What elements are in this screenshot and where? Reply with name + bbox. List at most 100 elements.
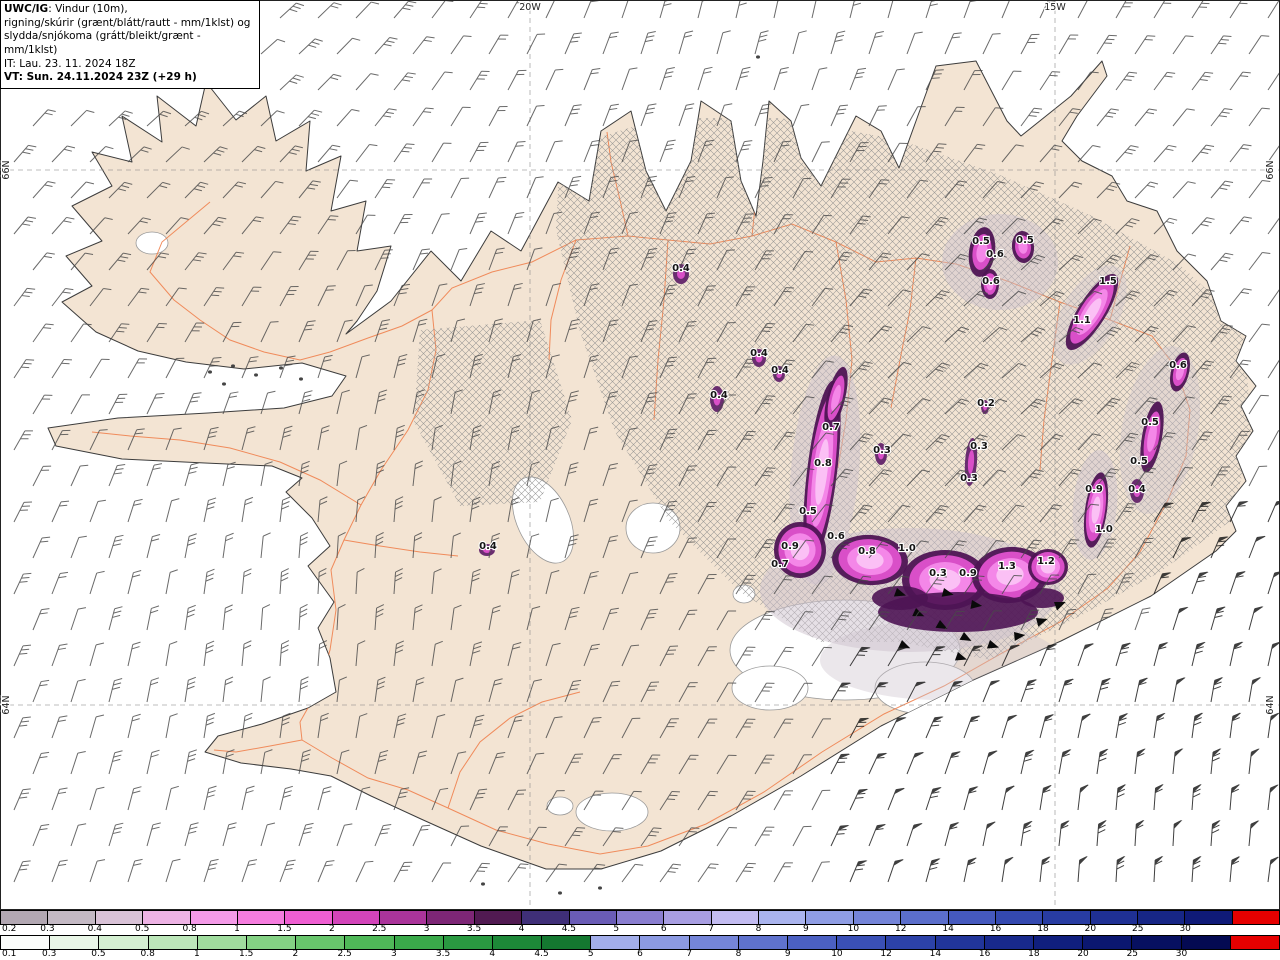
colorbar-cell [197, 936, 247, 949]
colorbar-cell [640, 936, 690, 949]
colorbar-cell [886, 936, 936, 949]
colorbar-cell [1181, 936, 1231, 949]
precip-value-label: 0.6 [1169, 360, 1187, 371]
colorbar-cell [237, 911, 286, 924]
precip-value-label: 0.4 [771, 365, 789, 376]
small-island [222, 382, 226, 386]
colorbar-cell [837, 936, 887, 949]
small-island [208, 370, 212, 374]
colorbar-cell [1185, 911, 1233, 924]
info-valid-time: VT: Sun. 24.11.2024 23Z (+29 h) [4, 71, 197, 84]
precip-value-label: 1.3 [998, 561, 1016, 572]
small-island [299, 377, 303, 381]
colorbar-cell [1132, 936, 1182, 949]
colorbar-tick-label: 2.5 [337, 949, 352, 959]
colorbar-cell [1043, 911, 1091, 924]
colorbar-cell [50, 936, 100, 949]
colorbar-tick-label: 12 [880, 949, 892, 959]
colorbar-cell [935, 936, 985, 949]
colorbar-cell [664, 911, 712, 924]
colorbar-cell [246, 936, 297, 949]
small-island [254, 373, 258, 377]
precip-value-label: 0.5 [1141, 417, 1159, 428]
precip-value-label: 1.1 [1073, 315, 1091, 326]
colorbar-tick-label: 9 [803, 924, 809, 934]
precip-value-label: 0.3 [960, 473, 978, 484]
precip-value-label: 0.6 [986, 249, 1004, 260]
colorbar-tick-label: 25 [1126, 949, 1139, 959]
sleet-snow-colorbar: 0.2 0.3 0.4 0.5 0.8 1 1.5 2 2.5 3 3.5 4 4.5 5 6 7 8 9 10 12… [0, 910, 1280, 935]
colorbar-tick-label: 14 [942, 924, 954, 934]
colorbar-tick-label: 12 [895, 924, 907, 934]
longitude-label: 20W [519, 2, 541, 13]
colorbar-tick-label: 0.3 [40, 924, 55, 934]
colorbar-tick-label: 4 [518, 924, 525, 934]
colorbar-tick-label: 0.8 [182, 924, 197, 934]
colorbar-tick-label: 18 [1028, 949, 1040, 959]
colorbar-tick-label: 1 [234, 924, 240, 934]
precip-value-label: 0.4 [479, 541, 497, 552]
colorbar-cell [1, 936, 51, 949]
precip-value-label: 1.0 [898, 543, 916, 554]
precip-value-label: 0.4 [710, 390, 728, 401]
precip-value-label: 0.5 [972, 236, 990, 247]
precip-value-label: 0.4 [750, 348, 768, 359]
precip-value-label: 0.7 [822, 422, 840, 433]
colorbar-tick-label: 2 [328, 924, 335, 934]
colorbar-tick-label: 7 [708, 924, 714, 934]
colorbar-cell [522, 911, 570, 924]
colorbar-cell [738, 936, 788, 949]
precip-value-label: 0.9 [1085, 484, 1103, 495]
precip-value-label: 0.9 [781, 541, 799, 552]
light-sleet-area [942, 214, 1058, 310]
colorbar-tick-label: 16 [989, 924, 1002, 934]
colorbar-tick-label: 1 [194, 949, 200, 959]
colorbar-cell [591, 936, 641, 949]
colorbar-cell [542, 936, 592, 949]
colorbar-cell [99, 936, 149, 949]
colorbar-cell [148, 936, 198, 949]
dark-precip-fringe [872, 586, 928, 610]
colorbar-tick-label: 2 [292, 949, 299, 959]
precip-value-label: 0.5 [799, 506, 817, 517]
colorbar-cell [984, 936, 1034, 949]
colorbar-tick-label: 0.5 [91, 949, 106, 959]
colorbar-cell [394, 936, 444, 949]
colorbar-tick-label: 18 [1037, 924, 1049, 934]
colorbar-cell [296, 936, 346, 949]
glacier-area [731, 665, 809, 711]
colorbar-cell [474, 911, 523, 924]
latitude-label: 66N [1265, 160, 1276, 179]
precip-value-label: 0.5 [1016, 235, 1034, 246]
colorbar-tick-label: 4.5 [534, 949, 549, 959]
precip-value-label: 1.2 [1037, 556, 1055, 567]
colorbar-cell [806, 911, 854, 924]
colorbar-cell [443, 936, 493, 949]
colorbar-tick-label: 8 [735, 949, 742, 959]
colorbar-cell [285, 911, 333, 924]
colorbar-cell [95, 911, 144, 924]
precip-value-label: 0.8 [858, 546, 876, 557]
colorbar-tick-label: 9 [784, 949, 791, 959]
colorbar-tick-label: 10 [831, 949, 843, 959]
colorbar-cell [380, 911, 428, 924]
colorbar-cell [1138, 911, 1186, 924]
precip-value-label: 0.7 [771, 559, 789, 570]
colorbar-cell [345, 936, 395, 949]
colorbar-tick-label: 0.3 [42, 949, 57, 959]
colorbar-tick-label: 20 [1077, 949, 1089, 959]
colorbar-cell [1083, 936, 1133, 949]
colorbar-tick-label: 14 [929, 949, 942, 959]
small-island [279, 366, 283, 370]
colorbar-tick-label: 3 [423, 924, 430, 934]
small-island [481, 882, 485, 886]
latitude-label: 64N [1, 695, 12, 714]
colorbar-tick-label: 8 [755, 924, 762, 934]
colorbar-tick-label: 7 [686, 949, 693, 959]
precip-value-label: 0.3 [970, 441, 988, 452]
small-island [231, 364, 235, 368]
legend-info-box: UWC/IG: Vindur (10m), rigning/skúrir (gr… [0, 0, 260, 89]
precip-value-label: 0.3 [873, 445, 891, 456]
colorbar-tick-label: 2.5 [372, 924, 387, 934]
precip-value-label: 0.6 [982, 276, 1000, 287]
